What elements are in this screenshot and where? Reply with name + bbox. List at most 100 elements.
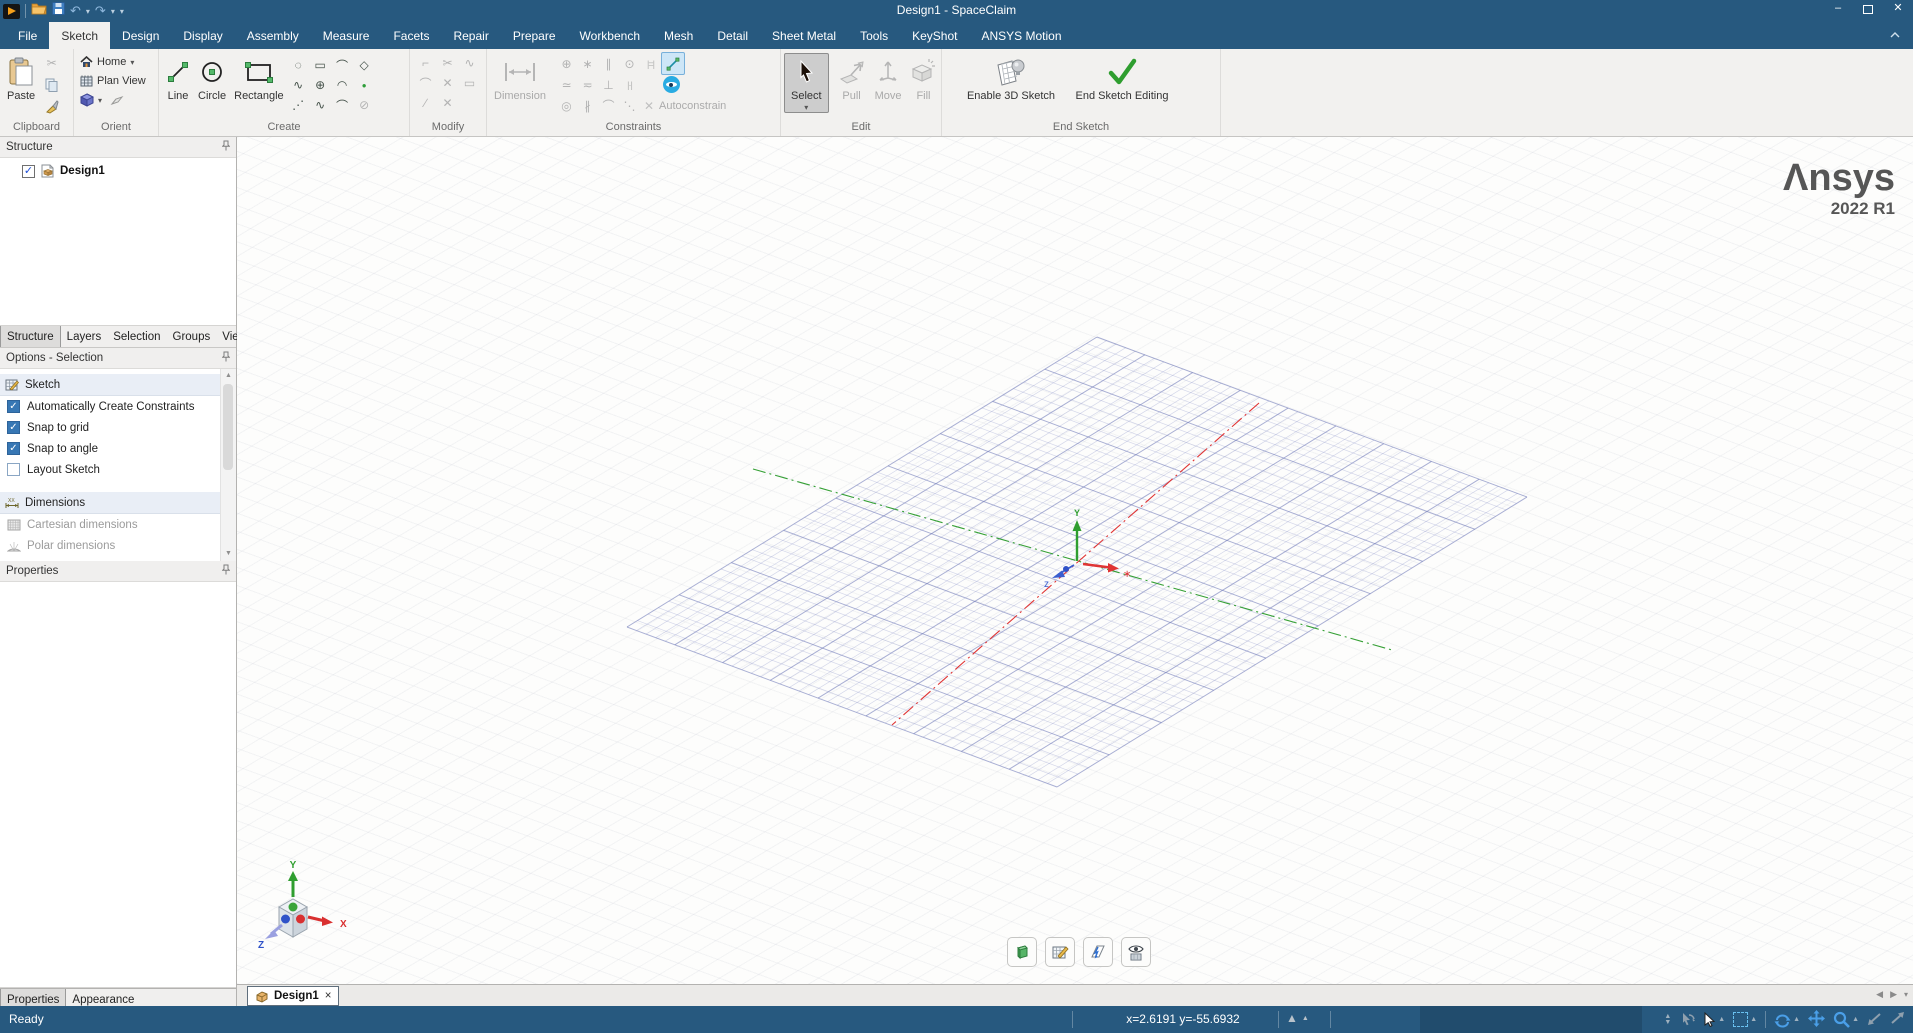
option-snap-to-angle[interactable]: ✓ Snap to angle bbox=[0, 438, 221, 459]
tab-mesh[interactable]: Mesh bbox=[652, 22, 705, 49]
equal-distance-icon[interactable]: |=| bbox=[640, 54, 661, 74]
tab-list-icon[interactable]: ▾ bbox=[1904, 990, 1908, 999]
collinear-icon[interactable]: ⋱ bbox=[619, 96, 640, 116]
fillet-icon[interactable]: ⌒ bbox=[415, 73, 436, 93]
dimension-zoom-icon[interactable]: ⊕ bbox=[556, 54, 577, 74]
view-sketch-plane-button[interactable] bbox=[1121, 937, 1151, 967]
split-icon[interactable]: ✕ bbox=[437, 73, 458, 93]
zoom-in-extents-icon[interactable] bbox=[1890, 1012, 1905, 1028]
tab-display[interactable]: Display bbox=[171, 22, 234, 49]
circle-button[interactable]: Circle bbox=[194, 53, 230, 104]
sweep-arc-icon[interactable]: ⌒ bbox=[332, 55, 353, 75]
spin-tool-caret-icon[interactable]: ▲ bbox=[1793, 1016, 1800, 1023]
scrollbar-thumb[interactable] bbox=[223, 384, 233, 470]
tab-facets[interactable]: Facets bbox=[381, 22, 441, 49]
bend-icon[interactable]: ∕ bbox=[415, 93, 436, 113]
isometric-view-icon[interactable] bbox=[80, 93, 94, 107]
tab-keyshot[interactable]: KeyShot bbox=[900, 22, 969, 49]
tab-scroll-left-icon[interactable]: ◀ bbox=[1876, 989, 1883, 1000]
close-button[interactable]: ✕ bbox=[1883, 0, 1913, 18]
panel-tab-selection[interactable]: Selection bbox=[107, 326, 166, 347]
tree-item-checkbox[interactable]: ✓ bbox=[22, 165, 35, 178]
select-tool[interactable]: ▲ bbox=[1703, 1012, 1725, 1027]
zoom-out-extents-icon[interactable] bbox=[1867, 1012, 1882, 1028]
tab-tools[interactable]: Tools bbox=[848, 22, 900, 49]
equal-radius-icon[interactable]: ⊙ bbox=[619, 54, 640, 74]
no-sketch-icon[interactable]: ⊘ bbox=[354, 95, 375, 115]
tab-repair[interactable]: Repair bbox=[441, 22, 500, 49]
option-auto-constraints[interactable]: ✓ Automatically Create Constraints bbox=[0, 396, 221, 417]
cut-icon[interactable]: ✂ bbox=[41, 53, 62, 73]
panel-tab-groups[interactable]: Groups bbox=[167, 326, 217, 347]
pin-icon[interactable] bbox=[222, 351, 230, 365]
select-tool-caret-icon[interactable]: ▲ bbox=[1718, 1016, 1725, 1023]
document-tab-design1[interactable]: Design1 × bbox=[247, 986, 339, 1006]
minimize-button[interactable]: – bbox=[1823, 0, 1853, 18]
scroll-up-icon[interactable]: ▲ bbox=[221, 369, 236, 383]
sketch-display-toggle[interactable] bbox=[661, 52, 685, 75]
checkbox[interactable]: ✓ bbox=[7, 442, 20, 455]
snap-indicator[interactable]: ▲ ▲ bbox=[1286, 1011, 1309, 1025]
trim-away-icon[interactable]: ✂ bbox=[437, 53, 458, 73]
document-tab-close-icon[interactable]: × bbox=[325, 990, 332, 1002]
tangent-arc-constraint-icon[interactable]: ⌒ bbox=[598, 96, 619, 116]
zoom-tool-caret-icon[interactable]: ▲ bbox=[1852, 1016, 1859, 1023]
construction-line-icon[interactable]: ⋰ bbox=[288, 95, 309, 115]
concentric-icon[interactable]: ◎ bbox=[556, 96, 577, 116]
enable-3d-sketch-button[interactable]: Enable 3D Sketch bbox=[956, 53, 1066, 104]
three-point-rectangle-icon[interactable]: ▭ bbox=[310, 55, 331, 75]
orientation-triad[interactable]: Y X Z bbox=[255, 859, 355, 954]
pin-icon[interactable] bbox=[222, 564, 230, 578]
symmetric-icon[interactable]: |·| bbox=[619, 75, 640, 95]
three-point-arc-icon[interactable]: ⌒ bbox=[332, 95, 353, 115]
tab-file[interactable]: File bbox=[6, 22, 49, 49]
tab-scroll-right-icon[interactable]: ▶ bbox=[1890, 989, 1897, 1000]
pan-tool[interactable] bbox=[1808, 1010, 1825, 1030]
format-painter-icon[interactable] bbox=[41, 97, 62, 117]
tangent-arc-icon[interactable]: ◠ bbox=[332, 75, 353, 95]
point-icon[interactable]: ● bbox=[354, 75, 375, 95]
snap-view-icon[interactable] bbox=[110, 94, 124, 106]
sketch-mode-button[interactable] bbox=[1045, 937, 1075, 967]
home-view-button[interactable]: Home ▾ bbox=[80, 53, 134, 71]
parallel-icon[interactable]: ∥ bbox=[598, 54, 619, 74]
options-scrollbar[interactable]: ▲ ▼ bbox=[220, 369, 236, 561]
tab-design[interactable]: Design bbox=[110, 22, 171, 49]
collapse-ribbon-icon[interactable] bbox=[1889, 30, 1903, 40]
tab-ansys-motion[interactable]: ANSYS Motion bbox=[969, 22, 1073, 49]
pin-icon[interactable] bbox=[222, 140, 230, 154]
solid-mode-button[interactable] bbox=[1007, 937, 1037, 967]
ellipse-icon[interactable]: ◌ bbox=[288, 55, 309, 75]
fill-button[interactable]: Fill bbox=[905, 53, 941, 104]
tab-workbench[interactable]: Workbench bbox=[568, 22, 652, 49]
select-button[interactable]: Select ▾ bbox=[784, 53, 829, 113]
undo-selection-icon[interactable] bbox=[1679, 1011, 1695, 1029]
view-caret-icon[interactable]: ▾ bbox=[98, 96, 102, 105]
tab-sheet-metal[interactable]: Sheet Metal bbox=[760, 22, 848, 49]
mirror-icon[interactable]: ∦ bbox=[577, 96, 598, 116]
spin-tool[interactable]: ▲ bbox=[1774, 1012, 1800, 1028]
sketch-section-header[interactable]: Sketch bbox=[0, 374, 221, 396]
project-icon[interactable]: ▭ bbox=[459, 73, 480, 93]
split-curve-icon[interactable]: ∿ bbox=[459, 53, 480, 73]
section-mode-button[interactable] bbox=[1083, 937, 1113, 967]
create-corner-icon[interactable]: ⌐ bbox=[415, 53, 436, 73]
home-caret-icon[interactable]: ▾ bbox=[130, 58, 134, 67]
rectangle-button[interactable]: Rectangle bbox=[230, 53, 288, 104]
perpendicular-icon[interactable]: ⊥ bbox=[598, 75, 619, 95]
snap-caret-icon[interactable]: ▲ bbox=[1302, 1015, 1309, 1022]
box-select-caret-icon[interactable]: ▲ bbox=[1750, 1016, 1757, 1023]
copy-icon[interactable] bbox=[41, 75, 62, 95]
tree-item-design1[interactable]: ✓ Design1 bbox=[0, 158, 236, 178]
scroll-down-icon[interactable]: ▼ bbox=[221, 547, 236, 561]
checkbox[interactable]: ✓ bbox=[7, 400, 20, 413]
show-constraints-eye-icon[interactable] bbox=[663, 76, 680, 93]
end-sketch-editing-button[interactable]: End Sketch Editing bbox=[1066, 53, 1178, 104]
polygon-icon[interactable]: ◇ bbox=[354, 55, 375, 75]
select-caret-icon[interactable]: ▾ bbox=[804, 103, 808, 112]
tab-detail[interactable]: Detail bbox=[705, 22, 760, 49]
maximize-button[interactable] bbox=[1853, 0, 1883, 18]
coincident-icon[interactable]: ≂ bbox=[577, 75, 598, 95]
tab-prepare[interactable]: Prepare bbox=[501, 22, 568, 49]
tab-sketch[interactable]: Sketch bbox=[49, 22, 110, 49]
